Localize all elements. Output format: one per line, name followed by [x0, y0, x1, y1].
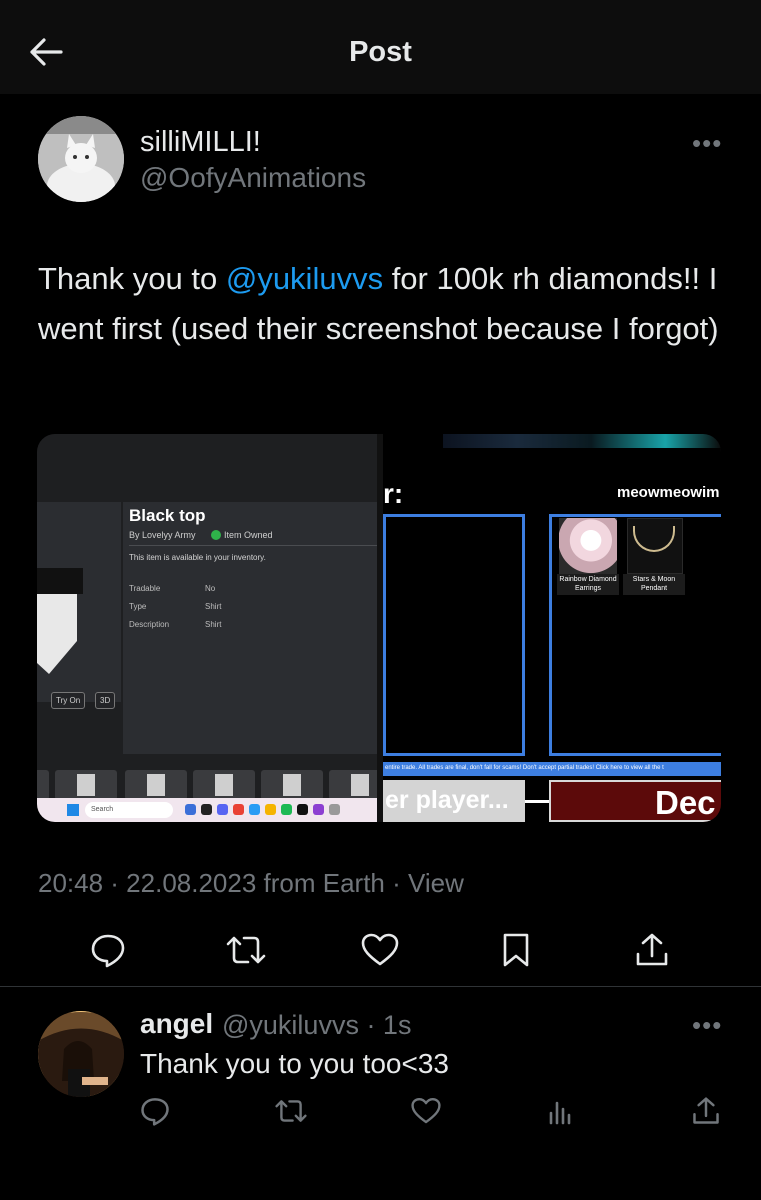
bookmark-button[interactable]	[496, 930, 536, 970]
app-icon	[329, 804, 340, 815]
trade-warning-banner: entire trade. All trades are final, don'…	[383, 762, 721, 776]
more-options-button[interactable]: •••	[692, 128, 722, 159]
views-icon	[547, 1097, 575, 1125]
page-title: Post	[349, 36, 412, 68]
reply-action-bar	[0, 1092, 761, 1132]
thumbnail-figure	[77, 774, 95, 796]
divider	[129, 545, 377, 546]
item-row-label: Type	[129, 602, 147, 611]
retweet-icon	[275, 1096, 307, 1126]
item-owned-label: Item Owned	[224, 530, 273, 540]
thumbnail	[329, 770, 377, 800]
tweet-text-before: Thank you to	[38, 261, 226, 296]
app-icon	[297, 804, 308, 815]
share-icon	[635, 932, 669, 968]
item-availability: This item is available in your inventory…	[129, 553, 266, 562]
bookmark-icon	[501, 932, 531, 968]
try-on-button: Try On	[51, 692, 86, 709]
reply-share-button[interactable]	[689, 1094, 723, 1128]
reply-text: Thank you to you too<33	[140, 1048, 449, 1079]
taskbar-search: Search	[85, 802, 173, 818]
trade-item-label: Stars & Moon Pendant	[623, 574, 685, 595]
reply-icon	[140, 1096, 170, 1126]
thumbnail	[193, 770, 255, 800]
app-icon	[265, 804, 276, 815]
media-grid[interactable]: Black top By Lovelyy Army Item Owned Thi…	[37, 434, 721, 822]
reply-avatar[interactable]	[38, 1011, 124, 1097]
retweet-button[interactable]	[226, 930, 266, 970]
item-row-label: Tradable	[129, 584, 161, 593]
reply-display-name[interactable]: angel	[140, 1008, 213, 1040]
thumbnail-figure	[283, 774, 301, 796]
app-icon	[313, 804, 324, 815]
tweet-meta[interactable]: 20:48 · 22.08.2023 from Earth · View	[38, 868, 464, 899]
share-button[interactable]	[632, 930, 672, 970]
trade-username: meowmeowim	[617, 484, 720, 501]
mention-link[interactable]: @yukiluvvs	[226, 261, 383, 296]
reply-like-button[interactable]	[409, 1094, 443, 1128]
app-icon	[249, 804, 260, 815]
reply-reply-button[interactable]	[138, 1094, 172, 1128]
share-icon	[692, 1096, 720, 1126]
reply-handle[interactable]: @yukiluvvs · 1s	[222, 1010, 411, 1041]
tweet-text: Thank you to @yukiluvvs for 100k rh diam…	[38, 254, 728, 354]
thumbnail-figure	[215, 774, 233, 796]
avatar[interactable]	[38, 116, 124, 202]
app-icon	[281, 804, 292, 815]
app-icon	[185, 804, 196, 815]
trade-title-fragment: r:	[383, 478, 404, 509]
reply-button[interactable]	[88, 930, 128, 970]
reply-more-options-button[interactable]: •••	[692, 1010, 722, 1041]
item-row-value: Shirt	[205, 620, 222, 629]
trade-item-label: Rainbow Diamond Earrings	[557, 574, 619, 595]
like-icon	[361, 933, 399, 967]
check-icon	[211, 530, 221, 540]
reply-views-button[interactable]	[544, 1094, 578, 1128]
background-art	[443, 434, 721, 448]
reply-retweet-button[interactable]	[274, 1094, 308, 1128]
trade-offer-box-left	[383, 514, 525, 756]
thumbnail	[37, 770, 49, 800]
like-icon	[411, 1097, 441, 1125]
retweet-icon	[226, 932, 266, 968]
connector-line	[525, 800, 549, 803]
3d-button: 3D	[95, 692, 116, 709]
app-icon	[233, 804, 244, 815]
tweet-action-bar	[0, 922, 761, 976]
author-handle[interactable]: @OofyAnimations	[140, 162, 366, 194]
windows-icon	[67, 804, 79, 816]
thumbnail	[55, 770, 117, 800]
thumbnail-row	[37, 770, 377, 800]
reply-icon	[90, 932, 126, 968]
thumbnail-figure	[351, 774, 369, 796]
app-icon	[217, 804, 228, 815]
thumbnail	[125, 770, 187, 800]
earrings-item-image	[559, 518, 617, 574]
like-button[interactable]	[360, 930, 400, 970]
media-image-left[interactable]: Black top By Lovelyy Army Item Owned Thi…	[37, 434, 377, 822]
item-row-value: No	[205, 584, 216, 593]
media-image-right[interactable]: r: meowmeowim Rainbow Diamond Earrings S…	[383, 434, 721, 822]
item-row-label: Description	[129, 620, 170, 629]
item-title: Black top	[129, 506, 206, 525]
thumbnail-figure	[147, 774, 165, 796]
item-row-value: Shirt	[205, 602, 222, 611]
app-icon	[201, 804, 212, 815]
taskbar: Search	[37, 798, 377, 822]
author-display-name[interactable]: silliMILLI!	[140, 126, 261, 159]
thumbnail	[261, 770, 323, 800]
divider	[0, 986, 761, 987]
item-creator: By Lovelyy Army	[129, 530, 196, 540]
player-button-label: er player...	[385, 786, 509, 814]
item-preview-shadow	[37, 568, 83, 594]
decline-button-label: Dec	[655, 784, 716, 821]
top-bar: Post	[0, 0, 761, 94]
